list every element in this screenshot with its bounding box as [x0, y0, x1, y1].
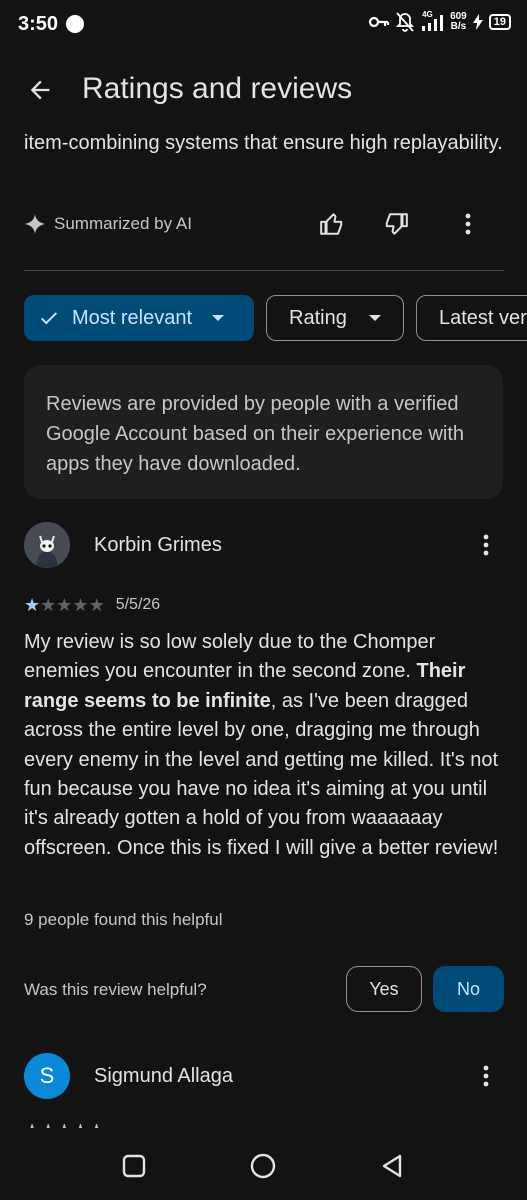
thumb-up-button[interactable] — [314, 206, 350, 242]
bell-off-icon — [396, 12, 415, 32]
dropdown-arrow-icon — [368, 315, 381, 321]
helpful-yes-button[interactable]: Yes — [346, 966, 422, 1012]
thumb-down-icon — [385, 213, 408, 235]
divider — [24, 270, 504, 271]
review-header: Korbin Grimes — [24, 522, 504, 570]
more-vert-icon — [483, 534, 489, 556]
more-vert-icon — [483, 1065, 489, 1087]
helpful-no-button[interactable]: No — [433, 966, 504, 1012]
verified-reviews-info: Reviews are provided by people with a ve… — [24, 365, 503, 499]
avatar[interactable] — [24, 522, 70, 568]
ai-summary-label: Summarized by AI — [54, 214, 192, 233]
charging-icon — [472, 14, 483, 30]
network-type: 4G — [422, 10, 433, 19]
signal-icon: 4G — [420, 10, 444, 32]
app-bar: Ratings and reviews — [0, 62, 527, 116]
stars: ★★★★★ — [24, 596, 105, 614]
star-empty-icon: ★ — [72, 595, 89, 615]
recents-button[interactable] — [114, 1146, 154, 1186]
chip-most-relevant[interactable]: Most relevant — [24, 295, 254, 341]
status-time: 3:50 — [18, 12, 59, 35]
reviewer-name: Sigmund Allaga — [94, 1065, 233, 1087]
review-text: My review is so low solely due to the Ch… — [24, 628, 504, 863]
review-more-button[interactable] — [476, 1059, 496, 1093]
ai-summary-more-button[interactable] — [454, 206, 482, 242]
review-header: S Sigmund Allaga — [24, 1053, 504, 1101]
triangle-back-icon — [382, 1154, 402, 1178]
check-icon — [40, 312, 58, 325]
star-empty-icon: ★ — [56, 595, 73, 615]
circle-icon — [250, 1153, 276, 1179]
chip-rating-label: Rating — [289, 306, 347, 329]
dropdown-arrow-icon — [212, 315, 225, 321]
more-vert-icon — [465, 213, 471, 235]
home-button[interactable] — [243, 1146, 283, 1186]
page-title: Ratings and reviews — [82, 72, 353, 105]
helpful-count: 9 people found this helpful — [24, 910, 223, 929]
thumb-up-icon — [320, 213, 343, 235]
star-empty-icon: ★ — [88, 595, 105, 615]
review-text-part: My review is so low solely due to the Ch… — [24, 631, 436, 683]
arrow-back-icon — [30, 80, 50, 100]
review-more-button[interactable] — [476, 528, 496, 562]
chip-rating[interactable]: Rating — [266, 295, 404, 341]
notification-dot-icon — [66, 15, 85, 33]
net-speed: 609 B/s — [450, 12, 467, 32]
square-icon — [122, 1154, 146, 1178]
battery-level: 19 — [488, 14, 511, 30]
review-date: 5/5/26 — [115, 596, 161, 613]
helpful-question: Was this review helpful? — [24, 980, 207, 999]
star-filled-icon: ★ — [24, 595, 41, 615]
ai-summary-footer: Summarized by AI — [24, 206, 504, 242]
net-speed-unit: B/s — [450, 21, 467, 32]
review-text-part: , as I've been dragged across the entire… — [24, 689, 499, 859]
back-nav-button[interactable] — [372, 1146, 412, 1186]
avatar[interactable]: S — [24, 1053, 70, 1099]
reviewer-name: Korbin Grimes — [94, 534, 222, 556]
thumb-down-button[interactable] — [378, 206, 414, 242]
status-bar: 3:50 4G 609 B/s 19 — [0, 0, 527, 48]
star-rating: ★★★★★ 5/5/26 — [24, 594, 160, 616]
star-empty-icon: ★ — [40, 595, 57, 615]
filter-chips: Most relevant Rating Latest version — [24, 295, 527, 341]
ai-summary-text: item-combining systems that ensure high … — [24, 132, 503, 154]
system-nav-bar — [0, 1128, 527, 1200]
sparkle-icon — [24, 213, 46, 235]
chip-latest-version[interactable]: Latest version — [416, 295, 527, 341]
back-button[interactable] — [22, 72, 58, 108]
chip-most-relevant-label: Most relevant — [72, 306, 193, 329]
key-icon — [368, 16, 390, 28]
chip-latest-version-label: Latest version — [439, 306, 527, 329]
status-icons: 4G 609 B/s 19 — [368, 10, 511, 32]
